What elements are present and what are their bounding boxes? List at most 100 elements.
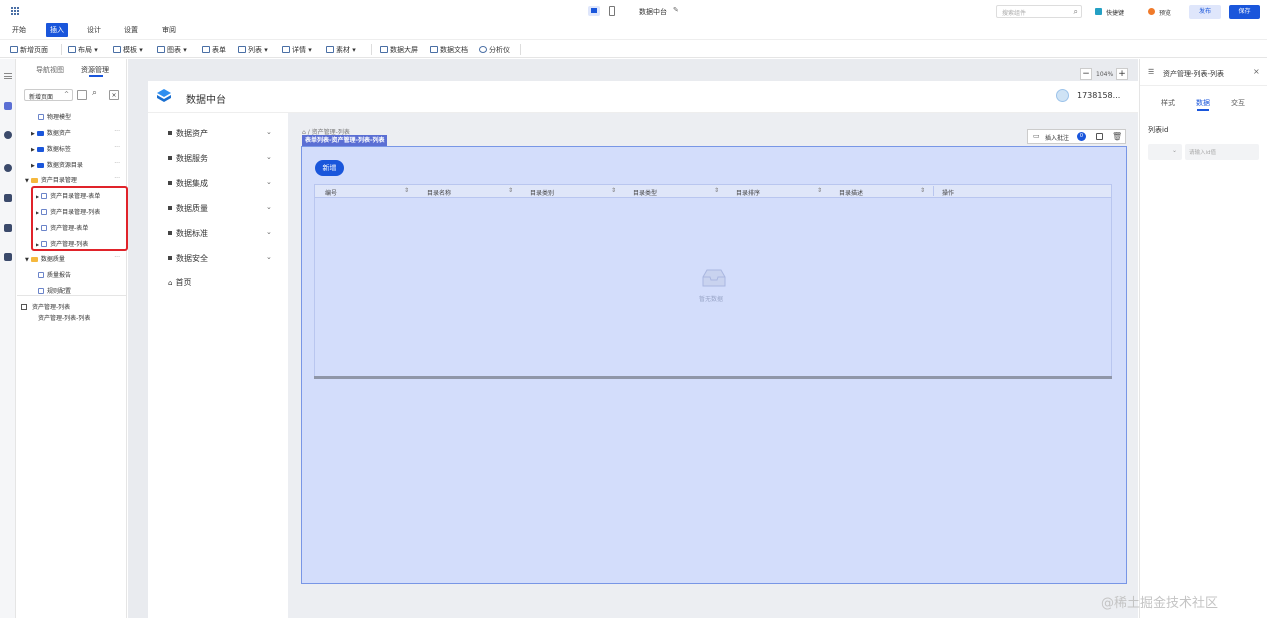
- tree-item[interactable]: ▶ 资产目录管理-表单: [36, 191, 100, 200]
- tree-item[interactable]: 物理模型: [38, 112, 71, 121]
- more-icon[interactable]: ···: [114, 128, 120, 135]
- avatar[interactable]: [1056, 89, 1069, 102]
- column-header[interactable]: 目录名称: [427, 188, 451, 197]
- sort-icon[interactable]: ⇕: [817, 187, 822, 194]
- tab-data[interactable]: 数据: [1196, 98, 1210, 108]
- toolbar-layout[interactable]: 布局 ▾: [68, 45, 98, 55]
- tree-item[interactable]: ▶ 资产管理-表单: [36, 223, 88, 232]
- copy-icon[interactable]: [1096, 133, 1103, 140]
- toolbar-big-screen[interactable]: 数据大屏: [380, 45, 418, 55]
- tree-item[interactable]: ▶ 资产目录管理-列表: [36, 207, 100, 216]
- tree-item[interactable]: ▶ 数据资产 ···: [31, 128, 126, 137]
- new-page-select[interactable]: 新增页面 ^: [24, 89, 73, 101]
- toolbar-template[interactable]: 模板 ▾: [113, 45, 143, 55]
- add-button[interactable]: 新增: [315, 160, 344, 176]
- sort-icon[interactable]: ⇕: [404, 187, 409, 194]
- comment-icon[interactable]: ▭: [1033, 132, 1040, 140]
- table-scrollbar[interactable]: [314, 376, 1112, 379]
- search-icon[interactable]: ⌕: [1074, 7, 1078, 17]
- close-icon[interactable]: ×: [1253, 67, 1260, 76]
- sort-icon[interactable]: ⇕: [508, 187, 513, 194]
- column-header[interactable]: 目录排序: [736, 188, 760, 197]
- tree-item[interactable]: ▶ 数据资源目录 ···: [31, 160, 126, 169]
- tab-style[interactable]: 样式: [1161, 98, 1175, 108]
- new-folder-icon[interactable]: [77, 90, 87, 100]
- package-icon[interactable]: [4, 253, 12, 261]
- tree-item[interactable]: ▶ 数据标签 ···: [31, 144, 126, 153]
- tree-item[interactable]: 规则配置: [38, 286, 71, 295]
- outline-child-item[interactable]: 资产管理-列表-列表: [38, 313, 90, 322]
- nav-item[interactable]: 数据资产: [168, 128, 208, 139]
- chevron-down-icon[interactable]: ⌄: [266, 253, 272, 261]
- toolbar-detail[interactable]: 详情 ▾: [282, 45, 312, 55]
- components-icon[interactable]: [4, 131, 12, 139]
- tree-item[interactable]: ▼ 数据质量 ···: [25, 254, 126, 263]
- tab-review[interactable]: 审阅: [162, 25, 176, 35]
- nav-item[interactable]: 数据标准: [168, 228, 208, 239]
- toolbar-chart[interactable]: 图表 ▾: [157, 45, 187, 55]
- list-id-input[interactable]: 请输入id值: [1185, 144, 1259, 160]
- toolbar-new-page[interactable]: 新增页面: [10, 45, 48, 55]
- column-header[interactable]: 编号: [325, 188, 337, 197]
- chevron-down-icon[interactable]: ⌄: [266, 178, 272, 186]
- shortcut-icon[interactable]: [1095, 8, 1102, 15]
- more-icon[interactable]: ···: [114, 175, 120, 182]
- chart-pie-icon[interactable]: [4, 164, 12, 172]
- toolbar-data-doc[interactable]: 数据文档: [430, 45, 468, 55]
- chevron-down-icon[interactable]: ⌄: [266, 153, 272, 161]
- nav-item[interactable]: 数据集成: [168, 178, 208, 189]
- sort-icon[interactable]: ⇕: [611, 187, 616, 194]
- user-name[interactable]: 1738158...: [1077, 91, 1120, 100]
- nav-item[interactable]: 数据质量: [168, 203, 208, 214]
- mobile-view-icon[interactable]: [609, 6, 615, 16]
- tab-settings[interactable]: 设置: [124, 25, 138, 35]
- preview-icon[interactable]: [1148, 8, 1155, 15]
- column-header[interactable]: 目录类型: [633, 188, 657, 197]
- tree-item[interactable]: ▶ 资产管理-列表: [36, 239, 88, 248]
- nav-item-home[interactable]: ⌂ 首页: [168, 277, 191, 288]
- tree-item[interactable]: 质量报告: [38, 270, 71, 279]
- preview-label[interactable]: 预览: [1159, 8, 1171, 17]
- column-header[interactable]: 目录描述: [839, 188, 863, 197]
- save-button[interactable]: 保存: [1229, 5, 1260, 19]
- tab-design[interactable]: 设计: [87, 25, 101, 35]
- shortcut-label[interactable]: 快捷键: [1106, 8, 1124, 17]
- chevron-down-icon[interactable]: ⌄: [266, 228, 272, 236]
- column-header[interactable]: 目录类别: [530, 188, 554, 197]
- sort-icon[interactable]: ⇕: [714, 187, 719, 194]
- apps-grid-icon[interactable]: [11, 7, 19, 15]
- tree-collapse-icon[interactable]: ×: [109, 90, 119, 100]
- api-icon[interactable]: [4, 224, 12, 232]
- toolbar-material[interactable]: 素材 ▾: [326, 45, 356, 55]
- desktop-view-icon[interactable]: [588, 6, 600, 16]
- publish-button[interactable]: 发布: [1189, 5, 1221, 19]
- insert-note-button[interactable]: 插入批注: [1045, 133, 1069, 142]
- zoom-out-button[interactable]: −: [1080, 68, 1092, 80]
- data-source-icon[interactable]: [4, 194, 12, 202]
- zoom-in-button[interactable]: +: [1116, 68, 1128, 80]
- more-icon[interactable]: ···: [114, 144, 120, 151]
- more-icon[interactable]: ···: [114, 254, 120, 261]
- nav-item[interactable]: 数据安全: [168, 253, 208, 264]
- tab-insert[interactable]: 插入: [46, 23, 68, 37]
- search-input[interactable]: 搜索组件 ⌕: [996, 5, 1082, 18]
- pages-icon[interactable]: [4, 102, 12, 110]
- nav-item[interactable]: 数据服务: [168, 153, 208, 164]
- toolbar-list[interactable]: 列表 ▾: [238, 45, 268, 55]
- sort-icon[interactable]: ⇕: [920, 187, 925, 194]
- chevron-down-icon[interactable]: ⌄: [266, 128, 272, 136]
- field-type-select[interactable]: ⌄: [1148, 144, 1182, 160]
- tab-resource-manage[interactable]: 资源管理: [81, 65, 109, 75]
- tab-nav-view[interactable]: 导航视图: [36, 65, 64, 75]
- tree-search-icon[interactable]: ⌕: [92, 88, 97, 98]
- edit-title-icon[interactable]: ✎: [673, 6, 679, 14]
- chevron-down-icon[interactable]: ⌄: [266, 203, 272, 211]
- collapse-arrow-icon[interactable]: ^: [64, 91, 69, 98]
- delete-icon[interactable]: 🗑: [1112, 132, 1122, 141]
- tree-item[interactable]: ▼ 资产目录管理 ···: [25, 175, 126, 184]
- tab-start[interactable]: 开始: [12, 25, 26, 35]
- tab-interact[interactable]: 交互: [1231, 98, 1245, 108]
- toolbar-form[interactable]: 表单: [202, 45, 226, 55]
- outline-item[interactable]: 资产管理-列表: [21, 302, 70, 311]
- toolbar-analyzer[interactable]: 分析仪: [479, 45, 510, 55]
